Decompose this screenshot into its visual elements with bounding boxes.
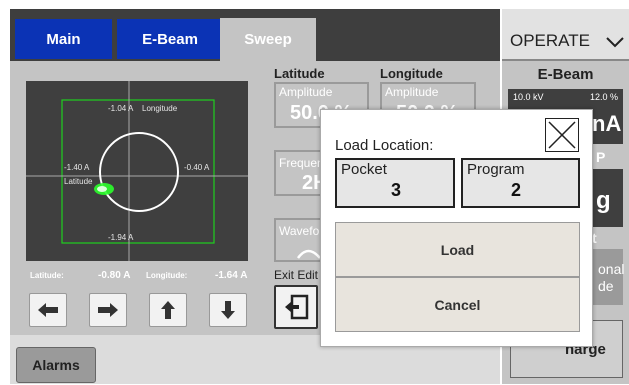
plot-bottom-label: -1.94 A xyxy=(108,233,134,242)
dialog-title: Load Location: xyxy=(335,137,434,154)
program-label: Program xyxy=(467,161,525,178)
beam-spot-core xyxy=(97,186,107,192)
right-partial-g: g xyxy=(596,187,611,214)
sweep-plot: -1.04 A Longitude -1.40 A Latitude -0.40… xyxy=(26,81,248,261)
up-arrow-icon xyxy=(161,301,175,319)
ebeam-percent: 12.0 % xyxy=(590,92,619,102)
sweep-plot-graphic xyxy=(26,81,248,261)
longitude-amplitude-label: Amplitude xyxy=(385,85,439,99)
plot-top-axis-label: Longitude xyxy=(142,104,178,113)
screen: Main E-Beam Sweep -1.04 A Longitude -1.4… xyxy=(0,0,629,385)
longitude-readout-value: -1.64 A xyxy=(215,270,248,281)
latitude-amplitude-label: Amplitude xyxy=(279,85,333,99)
cancel-button[interactable]: Cancel xyxy=(335,277,580,332)
ebeam-header: E-Beam xyxy=(537,66,594,83)
right-arrow-icon xyxy=(98,303,118,317)
chevron-down-icon xyxy=(606,37,624,48)
load-location-dialog: Load Location: Pocket 3 Program 2 Load C… xyxy=(320,109,593,347)
frequency-label: Frequen xyxy=(279,156,324,170)
left-arrow-button[interactable] xyxy=(29,293,67,327)
sweep-path xyxy=(99,132,179,212)
right-arrow-button[interactable] xyxy=(89,293,127,327)
plot-top-label: -1.04 A xyxy=(108,104,134,113)
pocket-value: 3 xyxy=(391,180,402,200)
left-arrow-icon xyxy=(38,303,58,317)
down-arrow-button[interactable] xyxy=(209,293,247,327)
program-field[interactable]: Program 2 xyxy=(461,158,580,208)
program-value: 2 xyxy=(511,180,522,200)
tab-bar: Main E-Beam Sweep xyxy=(10,9,500,61)
plot-right-label: -0.40 A xyxy=(184,163,210,172)
latitude-readout-label: Latitude: xyxy=(30,271,64,280)
plot-left-axis-label: Latitude xyxy=(64,177,93,186)
ebeam-current-partial: nA xyxy=(592,111,622,136)
exit-edit-icon xyxy=(285,294,309,320)
tab-sweep[interactable]: Sweep xyxy=(220,18,316,61)
latitude-readout-value: -0.80 A xyxy=(98,270,131,281)
exit-edit-button[interactable] xyxy=(274,285,318,329)
right-partial-de: de xyxy=(598,278,614,294)
longitude-header: Longitude xyxy=(380,66,443,81)
load-button[interactable]: Load xyxy=(335,222,580,277)
waveform-label: Wavefor xyxy=(279,224,324,238)
right-partial-onal: onal xyxy=(598,261,625,277)
tab-e-beam[interactable]: E-Beam xyxy=(117,19,223,59)
dialog-close-button[interactable] xyxy=(545,118,579,152)
operate-button[interactable]: OPERATE xyxy=(502,9,629,61)
latitude-header: Latitude xyxy=(274,66,325,81)
alarms-button[interactable]: Alarms xyxy=(16,347,96,383)
down-arrow-icon xyxy=(221,301,235,319)
pocket-field[interactable]: Pocket 3 xyxy=(335,158,455,208)
exit-edit-label: Exit Edit xyxy=(274,268,319,282)
operate-label: OPERATE xyxy=(510,31,590,50)
longitude-readout-label: Longitude: xyxy=(146,271,188,280)
tab-main[interactable]: Main xyxy=(15,19,112,59)
ebeam-kv: 10.0 kV xyxy=(513,92,544,102)
close-icon xyxy=(548,121,576,149)
right-partial-p: P xyxy=(596,149,606,165)
plot-left-label: -1.40 A xyxy=(64,163,90,172)
up-arrow-button[interactable] xyxy=(149,293,187,327)
pocket-label: Pocket xyxy=(341,161,387,178)
